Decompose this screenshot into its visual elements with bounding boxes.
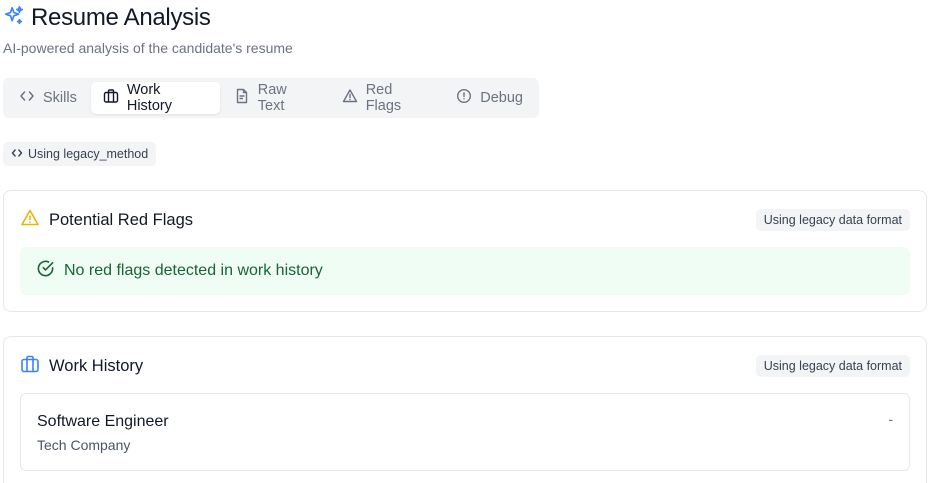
work-history-card-header: Work History Using legacy data format — [20, 353, 910, 379]
analysis-tabs: Skills Work History Raw Text Red Flags D… — [3, 78, 539, 118]
check-circle-icon — [36, 259, 55, 283]
file-text-icon — [234, 88, 250, 108]
tab-work-history[interactable]: Work History — [90, 82, 220, 114]
title-row: Resume Analysis — [3, 4, 293, 32]
sparkles-icon — [3, 5, 25, 32]
page-title: Resume Analysis — [31, 4, 211, 31]
alert-triangle-icon — [342, 88, 358, 108]
briefcase-icon — [20, 354, 40, 379]
job-company: Tech Company — [37, 437, 131, 453]
work-history-card: Work History Using legacy data format So… — [3, 336, 927, 483]
legacy-format-badge: Using legacy data format — [755, 355, 910, 377]
card-title-text: Potential Red Flags — [49, 210, 193, 229]
job-dates: - — [888, 411, 893, 427]
tab-label: Skills — [43, 90, 77, 106]
no-red-flags-message: No red flags detected in work history — [20, 247, 910, 295]
briefcase-icon — [103, 88, 119, 108]
method-badge-label: Using legacy_method — [28, 147, 149, 161]
tab-raw-text[interactable]: Raw Text — [222, 82, 328, 114]
tab-label: Debug — [480, 90, 523, 106]
work-history-card-title: Work History — [20, 354, 143, 379]
method-badge: Using legacy_method — [3, 142, 157, 166]
resume-analysis-page: Resume Analysis AI-powered analysis of t… — [0, 0, 937, 483]
message-text: No red flags detected in work history — [64, 262, 323, 279]
code-icon — [19, 88, 35, 108]
red-flags-card: Potential Red Flags Using legacy data fo… — [3, 190, 927, 312]
red-flags-card-header: Potential Red Flags Using legacy data fo… — [20, 207, 910, 233]
tab-red-flags[interactable]: Red Flags — [330, 82, 443, 114]
tab-debug[interactable]: Debug — [444, 82, 535, 114]
legacy-format-badge: Using legacy data format — [755, 209, 910, 231]
red-flags-card-title: Potential Red Flags — [20, 208, 193, 233]
tab-label: Raw Text — [257, 82, 287, 114]
alert-triangle-icon — [20, 208, 40, 233]
tab-label: Work History — [126, 82, 172, 114]
list-item: Software Engineer Tech Company - — [20, 393, 910, 471]
page-header: Resume Analysis AI-powered analysis of t… — [3, 4, 293, 56]
tab-skills[interactable]: Skills — [7, 82, 89, 114]
tab-label: Red Flags — [365, 82, 402, 114]
code-icon — [11, 147, 23, 162]
info-circle-icon — [456, 88, 472, 108]
card-title-text: Work History — [49, 356, 144, 375]
page-subtitle: AI-powered analysis of the candidate's r… — [3, 40, 293, 56]
job-title: Software Engineer — [37, 413, 169, 430]
